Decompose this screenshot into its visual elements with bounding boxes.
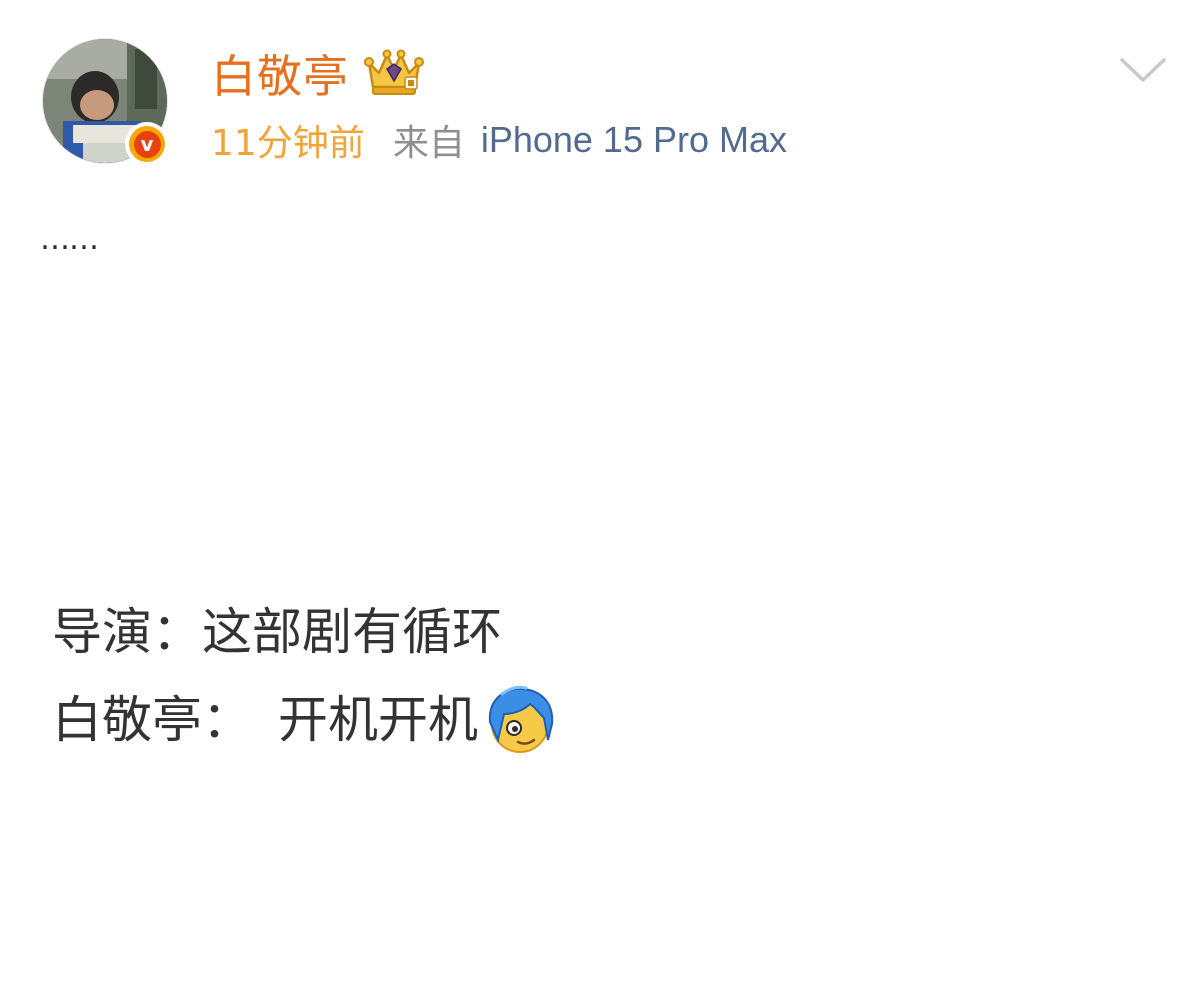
source-device[interactable]: iPhone 15 Pro Max bbox=[481, 119, 787, 161]
post-meta: 11分钟前 来自 iPhone 15 Pro Max bbox=[211, 112, 787, 168]
author-name[interactable]: 白敬亭 bbox=[211, 40, 349, 105]
dialogue-line: 导演： 这部剧有循环 bbox=[52, 584, 558, 672]
dialogue-text: 这部剧有循环 bbox=[202, 603, 502, 661]
dialogue-speaker: 导演： bbox=[52, 603, 202, 661]
post-header: v 白敬亭 11分钟前 来自 iPhone 15 Pro Max bbox=[0, 0, 1200, 190]
source-prefix: 来自 bbox=[392, 123, 465, 164]
verified-badge: v bbox=[125, 122, 169, 166]
username-row: 白敬亭 bbox=[211, 40, 425, 105]
author-avatar[interactable]: v bbox=[42, 38, 169, 166]
dialogue-text: 开机开机 bbox=[278, 691, 478, 749]
dialogue-line: 白敬亭： 开机开机 bbox=[52, 672, 558, 760]
crown-icon[interactable] bbox=[363, 47, 425, 97]
post-ellipsis: …… bbox=[40, 222, 99, 257]
dialogue-speaker: 白敬亭： bbox=[52, 691, 252, 749]
post-body: 导演： 这部剧有循环 白敬亭： 开机开机 bbox=[52, 584, 558, 760]
blue-hair-face-emoji-icon bbox=[482, 684, 558, 756]
verified-badge-letter: v bbox=[133, 130, 161, 158]
chevron-down-icon[interactable] bbox=[1118, 52, 1168, 88]
post-timestamp: 11分钟前 bbox=[211, 123, 365, 164]
